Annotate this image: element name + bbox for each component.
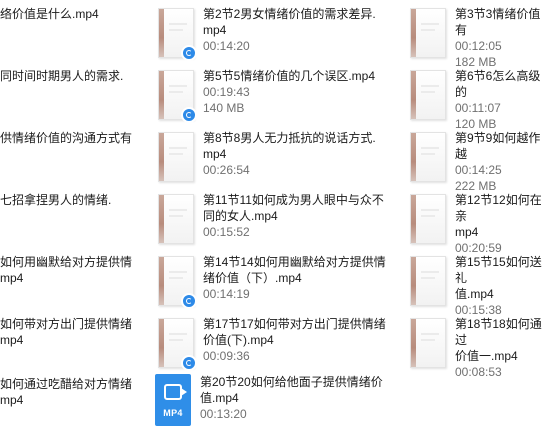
file-item[interactable]: 如何用幽默给对方提供情 mp4 (0, 254, 147, 314)
file-name: 第14节14如何用幽默给对方提供情 绪价值（下）.mp4 (203, 255, 386, 285)
film-camera-icon (164, 384, 187, 400)
file-duration: 00:15:52 (203, 225, 250, 239)
video-thumbnail-icon (410, 256, 446, 306)
video-thumbnail-icon (158, 8, 197, 61)
file-item[interactable]: 第8节8男人无力抵抗的说话方式. mp4 00:26:54 (158, 130, 383, 190)
file-name: 如何通过吃醋给对方情绪 mp4 (0, 377, 133, 407)
sync-badge-icon (181, 355, 197, 371)
file-name: 如何用幽默给对方提供情 mp4 (0, 255, 133, 285)
video-thumbnail-icon (158, 318, 197, 371)
file-item[interactable]: 如何通过吃醋给对方情绪 mp4 (0, 376, 147, 436)
video-thumbnail-icon (410, 8, 446, 58)
file-name: 络价值是什么.mp4 (0, 7, 99, 21)
file-item[interactable]: 七招拿捏男人的情绪. (0, 192, 147, 252)
file-duration: 00:08:53 (455, 365, 502, 379)
file-size: 140 MB (203, 101, 245, 115)
file-duration: 00:26:54 (203, 163, 250, 177)
video-thumbnail-icon (410, 318, 446, 368)
file-name: 第15节15如何送礼 值.mp4 (455, 255, 542, 301)
file-name: 供情绪价值的沟通方式有 (0, 131, 133, 145)
video-thumbnail-icon (158, 70, 197, 123)
file-name: 第8节8男人无力抵抗的说话方式. mp4 (203, 131, 376, 161)
file-item[interactable]: 第5节5情绪价值的几个误区.mp4 00:19:43 140 MB (158, 68, 383, 128)
file-duration: 00:14:20 (203, 39, 250, 53)
video-thumbnail-icon (410, 70, 446, 120)
file-type-label: MP4 (163, 408, 183, 418)
file-name: 第9节9如何越作越 (455, 131, 541, 161)
file-item[interactable]: 如何带对方出门提供情绪 mp4 (0, 316, 147, 376)
file-item[interactable]: 第2节2男女情绪价值的需求差异. mp4 00:14:20 (158, 6, 383, 66)
file-name: 第17节17如何带对方出门提供情绪 价值(下).mp4 (203, 317, 386, 347)
video-thumbnail-icon (158, 256, 197, 309)
file-item[interactable]: 同时间时期男人的需求. (0, 68, 147, 128)
file-duration: 00:12:05 (455, 39, 502, 53)
file-item[interactable]: MP4 第20节20如何给他面子提供情绪价 值.mp4 00:13:20 (155, 374, 383, 434)
video-thumbnail-icon (158, 132, 194, 182)
file-duration: 00:19:43 (203, 85, 250, 99)
file-item[interactable]: 第3节3情绪价值有 00:12:05 182 MB (410, 6, 550, 69)
file-name: 第6节6怎么高级的 (455, 69, 541, 99)
file-name: 第12节12如何在亲 mp4 (455, 193, 542, 239)
file-item[interactable]: 供情绪价值的沟通方式有 (0, 130, 147, 190)
file-item[interactable]: 第18节18如何通过 价值一.mp4 00:08:53 (410, 316, 550, 379)
video-thumbnail-icon (410, 194, 446, 244)
file-name: 第3节3情绪价值有 (455, 7, 541, 37)
file-item[interactable]: 第15节15如何送礼 值.mp4 00:15:38 (410, 254, 550, 317)
mp4-video-icon: MP4 (155, 374, 191, 426)
file-item[interactable]: 第14节14如何用幽默给对方提供情 绪价值（下）.mp4 00:14:19 (158, 254, 386, 314)
file-name: 第18节18如何通过 价值一.mp4 (455, 317, 542, 363)
file-item[interactable]: 络价值是什么.mp4 (0, 6, 147, 66)
sync-badge-icon (181, 293, 197, 309)
file-duration: 00:14:19 (203, 287, 250, 301)
file-grid: 络价值是什么.mp4 第2节2男女情绪价值的需求差异. mp4 00:14:20… (0, 0, 550, 439)
file-name: 第5节5情绪价值的几个误区.mp4 (203, 69, 376, 83)
file-name: 七招拿捏男人的情绪. (0, 193, 112, 207)
file-item[interactable]: 第17节17如何带对方出门提供情绪 价值(下).mp4 00:09:36 (158, 316, 386, 376)
sync-badge-icon (181, 45, 197, 61)
file-name: 第2节2男女情绪价值的需求差异. mp4 (203, 7, 376, 37)
file-name: 同时间时期男人的需求. (0, 69, 124, 83)
file-name: 如何带对方出门提供情绪 mp4 (0, 317, 133, 347)
file-item[interactable]: 第6节6怎么高级的 00:11:07 120 MB (410, 68, 550, 131)
file-item[interactable]: 第12节12如何在亲 mp4 00:20:59 (410, 192, 550, 255)
file-duration: 00:11:07 (455, 101, 501, 115)
file-item[interactable]: 第9节9如何越作越 00:14:25 222 MB (410, 130, 550, 193)
sync-badge-icon (181, 107, 197, 123)
file-duration: 00:09:36 (203, 349, 250, 363)
file-duration: 00:14:25 (455, 163, 502, 177)
file-name: 第20节20如何给他面子提供情绪价 值.mp4 (200, 375, 383, 405)
file-item[interactable]: 第11节11如何成为男人眼中与众不 同的女人.mp4 00:15:52 (158, 192, 384, 252)
file-duration: 00:13:20 (200, 407, 247, 421)
video-thumbnail-icon (158, 194, 194, 244)
file-name: 第11节11如何成为男人眼中与众不 同的女人.mp4 (203, 193, 384, 223)
video-thumbnail-icon (410, 132, 446, 182)
